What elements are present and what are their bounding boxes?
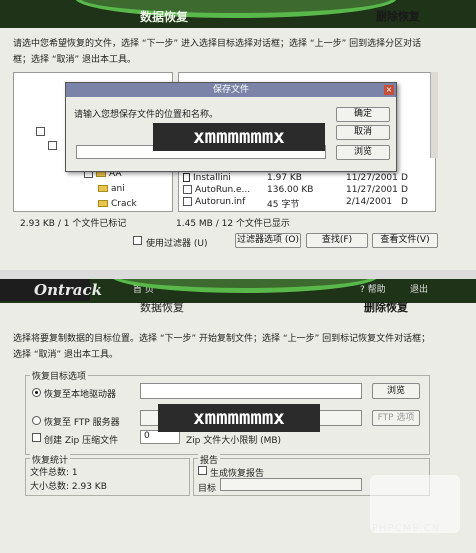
stats-files: 文件总数: 1 [30,468,78,478]
file-attr: D [401,185,408,195]
find-button[interactable]: 查找(F) [306,233,368,248]
instruction-text: 选择将要复制数据的目标位置。选择 “下一步” 开始复制文件；选择 “上一步” 回… [13,334,431,360]
screenshot-target-selection: Ontrack 首 页 ? 帮助 退出 数据恢复 删除恢复 选择将要复制数据的目… [0,279,476,553]
file-size: 1.97 KB [267,173,302,183]
report-target-input[interactable] [220,478,362,491]
zip-label: 创建 Zip 压缩文件 [44,436,119,446]
file-size: 45 字节 [267,200,300,210]
watermark-overlay: xmmmmmmx [153,123,325,151]
tree-item-crack[interactable]: Crack [111,199,137,209]
view-file-button[interactable]: 查看文件(V) [372,233,438,248]
ftp-options-button[interactable]: FTP 选项 [372,410,420,426]
brand-watermark-text: PHPCMS.CN [372,523,441,534]
local-path-input[interactable] [140,383,362,399]
file-date: 11/27/2001 [346,185,398,195]
nav-help[interactable]: ? 帮助 [360,282,386,295]
zip-size-input[interactable]: 0 [140,430,180,444]
marked-status: 2.93 KB / 1 个文件已标记 [20,219,127,229]
ok-button[interactable]: 确定 [336,107,390,122]
instruction-text: 请选中您希望恢复的文件，选择 “下一步” 进入选择目标选择对话框；选择 “上一步… [13,39,422,65]
target-label: 目标 [198,484,217,494]
use-filter-checkbox[interactable] [133,236,142,245]
tree-checkbox[interactable] [36,127,45,136]
filter-options-button[interactable]: 过滤器选项 (O) [235,233,301,248]
file-attr: D [401,197,408,207]
ontrack-logo: Ontrack [0,279,102,301]
shown-status: 1.45 MB / 12 个文件已显示 [176,219,290,229]
use-filter-label: 使用过滤器 (U) [146,239,208,249]
dialog-prompt: 请输入您想保存文件的位置和名称。 [74,110,219,120]
header-mode: 删除恢复 [364,301,408,314]
file-size: 136.00 KB [267,185,314,195]
zip-checkbox[interactable] [32,433,41,442]
tree-item-ani[interactable]: ani [111,184,125,194]
separator [0,270,476,279]
radio-local-drive[interactable] [32,388,41,397]
file-attr: D [401,173,408,183]
browse-button[interactable]: 浏览 [372,383,420,399]
file-date: 2/14/2001 [346,197,393,207]
close-icon[interactable]: × [384,85,394,95]
local-drive-label: 恢复至本地驱动器 [44,390,117,400]
generate-report-checkbox[interactable] [198,466,207,475]
zip-size-label: Zip 文件大小限制 (MB) [186,436,282,446]
header-mode: 删除恢复 [376,10,420,23]
file-row[interactable]: Installini [183,173,231,183]
header-title: 数据恢复 [140,301,184,314]
file-date: 11/27/2001 [346,173,398,183]
nav-exit[interactable]: 退出 [410,282,428,295]
screenshot-file-selection: 数据恢复 删除恢复 请选中您希望恢复的文件，选择 “下一步” 进入选择目标选择对… [0,0,476,270]
file-row[interactable]: AutoRun.e... [183,185,250,195]
header-title: 数据恢复 [140,10,189,24]
file-row[interactable]: Autorun.inf [183,197,245,207]
tree-checkbox[interactable] [48,141,57,150]
browse-button[interactable]: 浏览 [336,145,390,160]
watermark-overlay: xmmmmmmx [158,404,320,432]
folder-icon [98,200,108,207]
group-title: 恢复目标选项 [30,369,89,382]
ftp-label: 恢复至 FTP 服务器 [44,418,120,428]
report-title: 报告 [198,453,221,466]
radio-ftp[interactable] [32,416,41,425]
folder-icon [98,185,108,192]
file-list-scrollbar[interactable] [430,72,438,158]
file-icon [183,173,190,182]
cancel-button[interactable]: 取消 [336,125,390,140]
stats-size: 大小总数: 2.93 KB [30,482,107,492]
dialog-title: 保存文件 [66,83,396,97]
